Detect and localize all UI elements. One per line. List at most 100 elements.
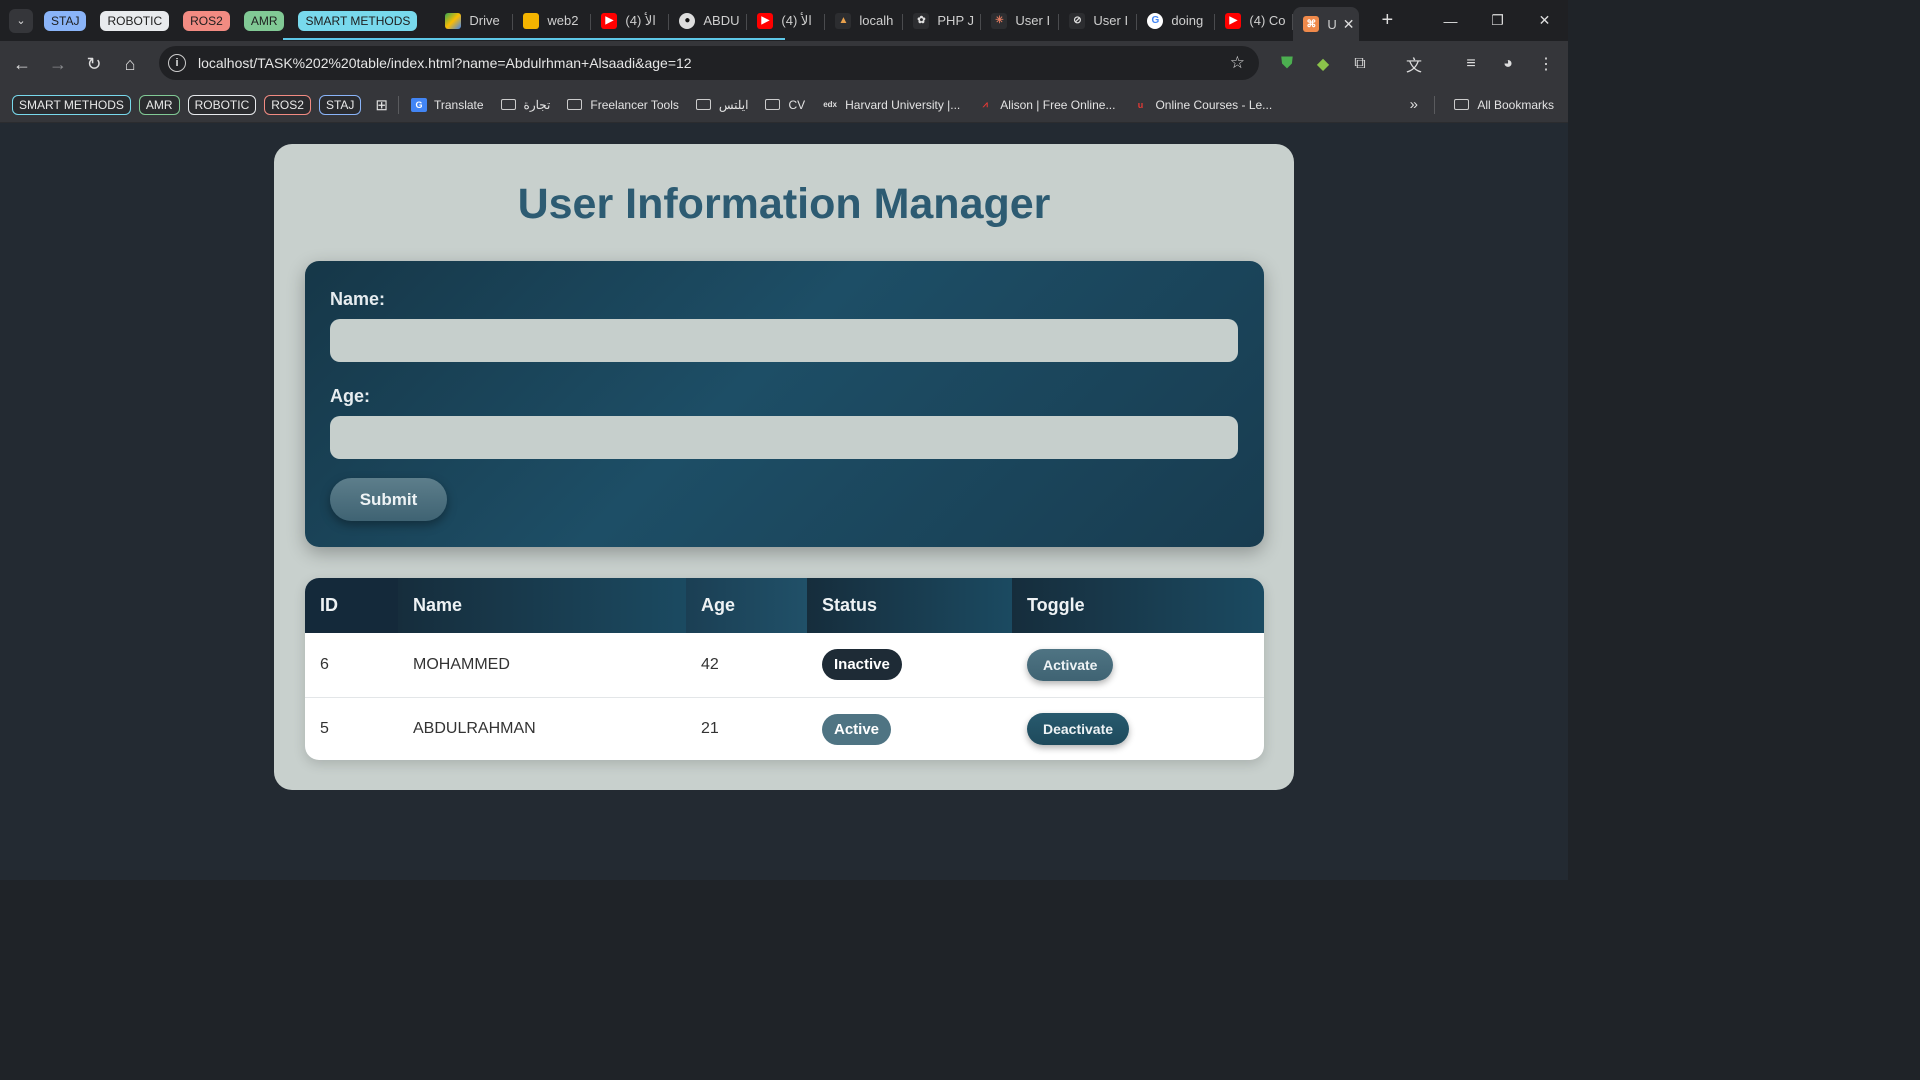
bookmark-udemy[interactable]: u Online Courses - Le... [1132, 98, 1272, 112]
slides-icon [523, 12, 540, 29]
tab-group-ros2[interactable]: ROS2 [183, 10, 230, 31]
cursor-icon: ⊘ [1069, 12, 1086, 29]
minimize-icon[interactable]: — [1427, 0, 1474, 41]
tab-group-underline [283, 38, 785, 40]
menu-kebab-icon[interactable]: ⋮ [1530, 41, 1562, 87]
xampp-icon: ▲ [835, 12, 852, 29]
translate-icon[interactable]: 文 [1398, 41, 1430, 87]
browser-tab[interactable]: web2 [513, 6, 592, 36]
restore-icon[interactable]: ❐ [1474, 0, 1521, 41]
bookmark-separator [1434, 95, 1435, 114]
address-bar[interactable]: i localhost/TASK%202%20table/index.html?… [159, 46, 1259, 80]
tab-group-smart-methods[interactable]: SMART METHODS [298, 10, 418, 31]
github-icon: ● [679, 12, 696, 29]
browser-tab[interactable]: ● ABDU [669, 6, 748, 36]
cell-age: 42 [686, 633, 807, 698]
cell-age: 21 [701, 720, 719, 738]
column-header-name: Name [398, 578, 686, 633]
browser-tab[interactable]: ✳ User I [981, 6, 1060, 36]
users-table: ID Name Age Status Toggle 6 MOHAMMED 42 … [305, 578, 1264, 760]
cell-name: ABDULRAHMAN [413, 720, 536, 738]
page-viewport: User Information Manager Name: Age: Subm… [0, 123, 1568, 880]
deactivate-button[interactable]: Deactivate [1027, 713, 1130, 746]
tab-group-staj[interactable]: STAJ [44, 10, 87, 31]
chevron-down-icon: ⌄ [16, 15, 26, 27]
extensions-puzzle-icon[interactable]: ⧉ [1344, 41, 1376, 87]
browser-toolbar: ← → ↻ ⌂ i localhost/TASK%202%20table/ind… [0, 41, 1568, 87]
bookmark-group-smart-methods[interactable]: SMART METHODS [12, 94, 131, 115]
bookmark-group-ros2[interactable]: ROS2 [264, 94, 311, 115]
more-bookmarks-icon[interactable]: » [1410, 96, 1418, 113]
window-controls: — ❐ ✕ [1427, 0, 1568, 41]
xampp-icon: ⌘ [1303, 16, 1320, 32]
bookmark-folder[interactable]: CV [765, 98, 805, 112]
activate-button[interactable]: Activate [1027, 648, 1114, 681]
url-text[interactable]: localhost/TASK%202%20table/index.html?na… [198, 55, 692, 71]
shield-extension-icon[interactable]: ⛊ [1271, 41, 1303, 87]
translate-icon: G [410, 97, 427, 112]
plus-icon: + [1381, 9, 1394, 31]
drive-icon [445, 12, 462, 29]
browser-tab[interactable]: ▲ localh [825, 6, 904, 36]
tab-group-amr[interactable]: AMR [243, 10, 285, 31]
google-icon: G [1147, 12, 1164, 29]
browser-tab[interactable]: ⊘ User I [1059, 6, 1138, 36]
column-header-id: ID [305, 578, 398, 633]
browser-tab[interactable]: ▶ (4) Co [1215, 6, 1294, 36]
bookmark-group-staj[interactable]: STAJ [318, 94, 362, 115]
home-icon[interactable]: ⌂ [112, 46, 148, 82]
profile-avatar[interactable]: ◕ [1492, 41, 1524, 87]
forward-icon[interactable]: → [40, 46, 76, 82]
close-icon[interactable]: ✕ [1343, 16, 1355, 33]
openai-icon: ✿ [913, 12, 930, 29]
table-row: 6 MOHAMMED 42 Inactive Activate [305, 633, 1264, 698]
browser-tab[interactable]: Gdoing [1137, 6, 1216, 36]
bookmark-translate[interactable]: G Translate [410, 97, 484, 112]
close-window-icon[interactable]: ✕ [1521, 0, 1568, 41]
folder-icon [765, 99, 781, 110]
youtube-icon: ▶ [601, 12, 618, 29]
browser-tab[interactable]: ▶ (4) الأ [591, 6, 670, 36]
tab-strip: ⌄ STAJ ROBOTIC ROS2 AMR SMART METHODS Dr… [0, 0, 1568, 41]
alison-icon: ⩘ [982, 99, 988, 109]
browser-tab[interactable]: ▶ (4) الأ [747, 6, 826, 36]
cell-toggle: Activate [1012, 633, 1264, 698]
bookmark-group-robotic[interactable]: ROBOTIC [187, 94, 257, 115]
media-controls-icon[interactable]: ≡ [1455, 41, 1487, 87]
name-label: Name: [330, 289, 386, 309]
bookmark-folder[interactable]: ايلتس [695, 98, 748, 112]
bookmark-alison[interactable]: ⩘ Alison | Free Online... [977, 98, 1116, 112]
bookmark-folder[interactable]: Freelancer Tools [567, 98, 679, 112]
cell-id: 6 [305, 633, 398, 698]
back-icon[interactable]: ← [4, 46, 40, 82]
reload-icon[interactable]: ↻ [76, 46, 112, 82]
all-bookmarks[interactable]: All Bookmarks [1454, 98, 1554, 112]
active-browser-tab[interactable]: ⌘ U ✕ [1293, 7, 1360, 41]
bookmark-folder[interactable]: تجارة [500, 98, 550, 112]
age-input[interactable] [330, 416, 1238, 459]
tab-group-robotic[interactable]: ROBOTIC [100, 10, 170, 31]
tab-search-button[interactable]: ⌄ [9, 8, 33, 33]
main-card: User Information Manager Name: Age: Subm… [274, 144, 1294, 790]
submit-button[interactable]: Submit [330, 478, 447, 521]
browser-tab[interactable]: ✿ PHP J [903, 6, 982, 36]
cell-toggle: Deactivate [1012, 697, 1264, 760]
apps-grid-icon[interactable]: ⊞ [375, 96, 388, 114]
site-info-icon[interactable]: i [168, 54, 186, 72]
column-header-age: Age [686, 578, 807, 633]
status-badge: Inactive [822, 649, 902, 681]
age-label: Age: [330, 386, 370, 406]
browser-tab[interactable]: Drive [435, 6, 514, 36]
udemy-icon: u [1137, 99, 1144, 110]
new-tab-button[interactable]: + [1373, 7, 1401, 35]
name-input[interactable] [330, 319, 1238, 362]
column-header-toggle: Toggle [1012, 578, 1264, 633]
cell-name: MOHAMMED [398, 633, 686, 698]
table-header-row: ID Name Age Status Toggle [305, 578, 1264, 633]
bookmark-harvard[interactable]: edx Harvard University |... [822, 98, 960, 112]
extension-icon[interactable]: ◆ [1307, 41, 1339, 87]
cell-id: 5 [320, 720, 329, 738]
bookmark-group-amr[interactable]: AMR [138, 94, 180, 115]
column-header-status: Status [807, 578, 1012, 633]
bookmark-star-icon[interactable]: ☆ [1230, 53, 1245, 73]
